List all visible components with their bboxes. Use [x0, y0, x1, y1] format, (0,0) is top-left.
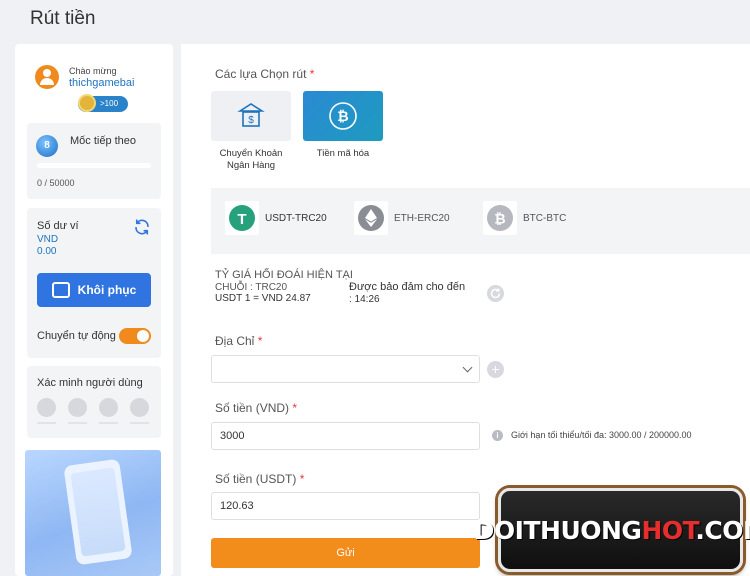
exchange-rate-chain: CHUỖI : TRC20: [215, 282, 288, 293]
amount-usdt-input[interactable]: 120.63: [211, 492, 480, 520]
avatar[interactable]: [35, 65, 59, 89]
svg-text:₿: ₿: [337, 108, 348, 124]
rate-guarantee-time: : 14:26: [349, 294, 380, 305]
verify-label: Xác minh người dùng: [37, 377, 143, 389]
wallet-currency: VND: [37, 234, 59, 245]
restore-button[interactable]: Khôi phục: [37, 273, 151, 307]
exchange-rate-title: TỶ GIÁ HỐI ĐOÁI HIỆN TẠI: [215, 269, 353, 281]
add-address-icon[interactable]: +: [487, 361, 504, 378]
bitcoin-icon: ₿: [329, 102, 357, 130]
chevron-down-icon: [462, 362, 473, 373]
amount-usdt-label: Số tiền (USDT) *: [215, 472, 305, 486]
refresh-icon[interactable]: [133, 218, 151, 236]
coin-btc-label: BTC-BTC: [523, 212, 567, 224]
verify-card: Xác minh người dùng: [27, 366, 161, 438]
verify-icons: [37, 398, 149, 424]
rate-refresh-icon[interactable]: [487, 285, 504, 302]
email-icon[interactable]: [68, 398, 87, 424]
wallet-amount: 0.00: [37, 246, 57, 257]
level-label: Mốc tiếp theo: [70, 135, 137, 147]
restore-icon: [51, 282, 70, 298]
method-section-label: Các lựa Chọn rút *: [215, 67, 315, 81]
welcome-label: Chào mừng: [69, 66, 117, 76]
coin-usdt[interactable]: T USDT-TRC20: [225, 201, 327, 235]
amount-vnd-input[interactable]: 3000: [211, 422, 480, 450]
ethereum-icon: [358, 205, 384, 231]
level-progress-bar: [37, 163, 151, 168]
watermark-text: DOITHUONGHOT.COM: [473, 515, 750, 545]
wallet-card: Số dư ví VND 0.00 Khôi phục Chuyển tự độ…: [27, 208, 161, 358]
level-progress-value: 0 / 50000: [37, 178, 75, 188]
bitcoin-icon: ₿: [487, 205, 513, 231]
svg-text:$: $: [248, 115, 254, 126]
restore-label: Khôi phục: [77, 283, 137, 297]
limit-text: Giới hạn tối thiểu/tối đa: 3000.00 / 200…: [511, 430, 692, 440]
svg-text:₿: ₿: [494, 211, 505, 227]
address-select[interactable]: [211, 355, 480, 383]
user-icon[interactable]: [37, 398, 56, 424]
welcome-card: Chào mừng thichgamebai >100: [25, 54, 159, 114]
id-card-icon[interactable]: [130, 398, 149, 424]
method-crypto-tile[interactable]: ₿: [303, 91, 383, 141]
username[interactable]: thichgamebai: [69, 77, 134, 89]
exchange-rate-value: USDT 1 = VND 24.87: [215, 293, 311, 304]
coin-eth-label: ETH-ERC20: [394, 212, 450, 224]
phone-illustration-icon: [63, 458, 133, 566]
rate-guarantee-text: Được bảo đảm cho đến: [349, 281, 466, 293]
tether-icon: T: [229, 205, 255, 231]
sidebar: Chào mừng thichgamebai >100 8 Mốc tiếp t…: [15, 44, 173, 576]
method-bank-tile[interactable]: $: [211, 91, 291, 141]
level-card: 8 Mốc tiếp theo 0 / 50000: [27, 123, 161, 199]
coin-usdt-label: USDT-TRC20: [265, 212, 327, 224]
vip-coin-icon: [78, 94, 96, 112]
method-bank-label: Chuyển Khoản Ngân Hàng: [219, 148, 283, 171]
coin-selector: T USDT-TRC20 ETH-ERC20 ₿ BTC-BTC: [211, 188, 750, 254]
wallet-label: Số dư ví: [37, 220, 79, 232]
submit-button[interactable]: Gửi: [211, 538, 480, 568]
phone-icon[interactable]: [99, 398, 118, 424]
method-crypto-label: Tiền mã hóa: [316, 148, 370, 159]
info-icon: i: [492, 430, 503, 441]
auto-transfer-label: Chuyển tự động: [37, 330, 116, 342]
page-title: Rút tiền: [30, 8, 96, 29]
svg-text:T: T: [237, 211, 246, 228]
watermark-logo: DOITHUONGHOT.COM: [474, 488, 750, 572]
coin-eth[interactable]: ETH-ERC20: [354, 201, 450, 235]
promo-banner[interactable]: [25, 450, 161, 576]
coin-btc[interactable]: ₿ BTC-BTC: [483, 201, 566, 235]
bank-icon: $: [237, 103, 265, 127]
level-ball-icon: 8: [36, 135, 58, 157]
auto-transfer-toggle[interactable]: [119, 328, 151, 344]
amount-vnd-label: Số tiền (VND) *: [215, 401, 298, 415]
address-label: Địa Chỉ *: [215, 334, 263, 348]
